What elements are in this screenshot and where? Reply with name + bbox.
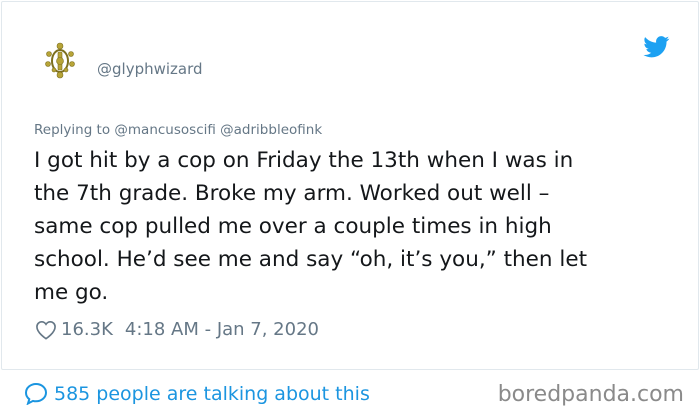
replying-prefix: Replying to [34,122,115,138]
speech-bubble-icon [24,382,48,405]
heart-outline-icon[interactable] [35,320,57,340]
replying-mentions[interactable]: @mancusoscifi @adribbleofink [114,122,322,138]
tweet-timestamp[interactable]: 4:18 AM - Jan 7, 2020 [125,319,319,340]
avatar[interactable] [40,40,80,80]
footer: 585 people are talking about this boredp… [0,369,700,419]
talking-link[interactable]: 585 people are talking about this [24,382,370,405]
tweet-card: @glyphwizard Replying to @mancusoscifi @… [1,1,699,370]
user-handle[interactable]: @glyphwizard [97,60,203,78]
twitter-bird-icon[interactable] [643,36,670,58]
watermark: boredpanda.com [497,382,684,407]
tweet-meta: 16.3K 4:18 AM - Jan 7, 2020 [35,319,319,340]
like-count[interactable]: 16.3K [61,319,113,340]
tweet-text: I got hit by a cop on Friday the 13th wh… [34,148,588,305]
talking-text[interactable]: 585 people are talking about this [54,383,370,405]
replying-to: Replying to @mancusoscifi @adribbleofink [34,122,322,138]
